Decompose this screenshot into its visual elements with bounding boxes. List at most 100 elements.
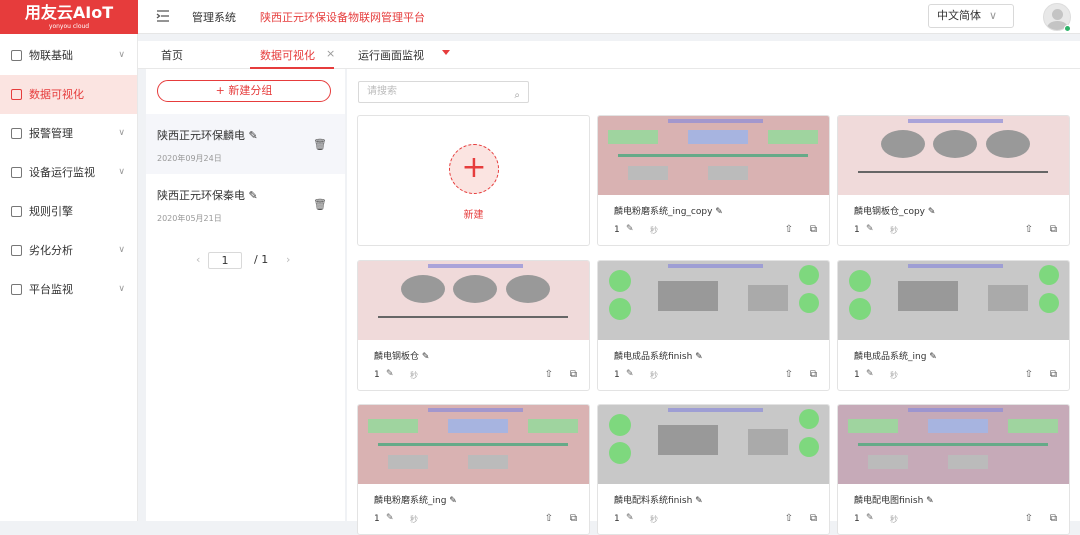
tab-more-icon[interactable] bbox=[442, 50, 450, 55]
platform-title: 陕西正元环保设备物联网管理平台 bbox=[260, 11, 425, 24]
edit-icon[interactable]: ✎ bbox=[626, 224, 634, 234]
dashboard-thumbnail bbox=[838, 405, 1069, 484]
edit-icon[interactable]: ✎ bbox=[386, 513, 394, 523]
chevron-down-icon: ∨ bbox=[118, 128, 125, 138]
dashboard-thumbnail bbox=[838, 261, 1069, 340]
copy-icon[interactable]: ⧉ bbox=[1050, 369, 1057, 380]
rules-icon bbox=[11, 206, 22, 217]
dashboard-card[interactable]: 麟电配料系统finish ✎ 1 ✎ 秒 ⇧ ⧉ bbox=[597, 404, 830, 535]
dashboard-card[interactable]: 麟电成品系统_ing ✎ 1 ✎ 秒 ⇧ ⧉ bbox=[837, 260, 1070, 391]
group-date: 2020年05月21日 bbox=[157, 214, 222, 223]
sidebar-item[interactable]: 物联基础 ∨ bbox=[0, 36, 137, 75]
dashboard-interval-unit: 秒 bbox=[410, 515, 418, 524]
dashboard-name: 麟电配料系统finish ✎ bbox=[614, 496, 703, 506]
group-item[interactable]: 陕西正元环保秦电 ✎ 2020年05月21日 🗑 bbox=[146, 174, 345, 234]
trash-icon[interactable]: 🗑 bbox=[313, 198, 327, 211]
copy-icon[interactable]: ⧉ bbox=[570, 369, 577, 380]
sidebar-item[interactable]: 平台监视 ∨ bbox=[0, 270, 137, 309]
dashboard-card[interactable]: 麟电粉磨系统_ing_copy ✎ 1 ✎ 秒 ⇧ ⧉ bbox=[597, 115, 830, 246]
dashboard-interval-unit: 秒 bbox=[650, 515, 658, 524]
page-input[interactable]: 1 bbox=[208, 252, 242, 269]
dashboard-thumbnail bbox=[358, 261, 589, 340]
online-status-dot bbox=[1064, 25, 1071, 32]
copy-icon[interactable]: ⧉ bbox=[810, 369, 817, 380]
copy-icon[interactable]: ⧉ bbox=[810, 224, 817, 235]
export-icon[interactable]: ⇧ bbox=[785, 369, 793, 380]
edit-icon[interactable]: ✎ bbox=[626, 369, 634, 379]
dashboard-thumbnail bbox=[598, 405, 829, 484]
cube-icon bbox=[11, 50, 22, 61]
chevron-down-icon: ∨ bbox=[118, 50, 125, 60]
sidebar-item[interactable]: 数据可视化 bbox=[0, 75, 137, 114]
new-dashboard-card[interactable]: + 新建 bbox=[357, 115, 590, 246]
sidebar-item-label: 劣化分析 bbox=[29, 244, 73, 257]
dashboard-card[interactable]: 麟电配电图finish ✎ 1 ✎ 秒 ⇧ ⧉ bbox=[837, 404, 1070, 535]
dashboard-count: 1 bbox=[614, 225, 620, 235]
tab-data-visualization[interactable]: 数据可视化 bbox=[260, 47, 315, 63]
sidebar-item[interactable]: 规则引擎 bbox=[0, 192, 137, 231]
dashboard-interval-unit: 秒 bbox=[410, 371, 418, 380]
dashboard-card[interactable]: 麟电钢板仓 ✎ 1 ✎ 秒 ⇧ ⧉ bbox=[357, 260, 590, 391]
export-icon[interactable]: ⇧ bbox=[1025, 369, 1033, 380]
logo: 用友云AIoT yonyou cloud bbox=[0, 0, 138, 34]
tab-home[interactable]: 首页 bbox=[161, 47, 183, 63]
logo-subtext: yonyou cloud bbox=[48, 23, 90, 30]
search-input[interactable]: 请搜索 ⌕ bbox=[358, 81, 529, 103]
export-icon[interactable]: ⇧ bbox=[1025, 224, 1033, 235]
group-item[interactable]: 陕西正元环保麟电 ✎ 2020年09月24日 🗑 bbox=[146, 114, 345, 174]
new-dashboard-label: 新建 bbox=[463, 210, 484, 221]
sidebar-item[interactable]: 报警管理 ∨ bbox=[0, 114, 137, 153]
dashboard-interval-unit: 秒 bbox=[890, 515, 898, 524]
dashboard-count: 1 bbox=[374, 514, 380, 524]
menu-toggle-icon[interactable] bbox=[156, 9, 170, 23]
group-name: 陕西正元环保秦电 ✎ bbox=[157, 189, 258, 202]
export-icon[interactable]: ⇧ bbox=[545, 369, 553, 380]
export-icon[interactable]: ⇧ bbox=[545, 513, 553, 524]
dashboard-card[interactable]: 麟电粉磨系统_ing ✎ 1 ✎ 秒 ⇧ ⧉ bbox=[357, 404, 590, 535]
dashboard-interval-unit: 秒 bbox=[650, 226, 658, 235]
copy-icon[interactable]: ⧉ bbox=[570, 513, 577, 524]
dashboard-thumbnail bbox=[838, 116, 1069, 195]
chevron-down-icon: ∨ bbox=[988, 9, 997, 22]
sidebar-item-label: 规则引擎 bbox=[29, 205, 73, 218]
edit-icon[interactable]: ✎ bbox=[866, 224, 874, 234]
copy-icon[interactable]: ⧉ bbox=[810, 513, 817, 524]
dashboard-interval-unit: 秒 bbox=[890, 226, 898, 235]
prev-page-icon[interactable]: ‹ bbox=[196, 253, 200, 266]
export-icon[interactable]: ⇧ bbox=[1025, 513, 1033, 524]
export-icon[interactable]: ⇧ bbox=[785, 224, 793, 235]
export-icon[interactable]: ⇧ bbox=[785, 513, 793, 524]
sidebar-item[interactable]: 劣化分析 ∨ bbox=[0, 231, 137, 270]
chevron-down-icon: ∨ bbox=[118, 167, 125, 177]
dashboard-grid: 请搜索 ⌕ + 新建 麟电粉磨系统_ing_copy ✎ 1 ✎ 秒 ⇧ ⧉ 麟电钢板仓_c… bbox=[347, 69, 1080, 535]
chevron-down-icon: ∨ bbox=[118, 245, 125, 255]
dashboard-count: 1 bbox=[614, 514, 620, 524]
new-group-button[interactable]: + 新建分组 bbox=[157, 80, 331, 102]
dashboard-name: 麟电钢板仓 ✎ bbox=[374, 352, 430, 362]
copy-icon[interactable]: ⧉ bbox=[1050, 513, 1057, 524]
top-bar: 管理系统 陕西正元环保设备物联网管理平台 中文简体 ∨ bbox=[138, 0, 1080, 34]
edit-icon[interactable]: ✎ bbox=[866, 369, 874, 379]
sidebar-item[interactable]: 设备运行监视 ∨ bbox=[0, 153, 137, 192]
edit-icon[interactable]: ✎ bbox=[866, 513, 874, 523]
next-page-icon[interactable]: › bbox=[286, 253, 290, 266]
group-panel: + 新建分组 陕西正元环保麟电 ✎ 2020年09月24日 🗑 陕西正元环保秦电… bbox=[146, 69, 345, 521]
close-icon[interactable]: × bbox=[326, 47, 335, 60]
copy-icon[interactable]: ⧉ bbox=[1050, 224, 1057, 235]
edit-icon[interactable]: ✎ bbox=[626, 513, 634, 523]
page-total: / 1 bbox=[254, 253, 269, 266]
sidebar-item-label: 平台监视 bbox=[29, 283, 73, 296]
dashboard-card[interactable]: 麟电成品系统finish ✎ 1 ✎ 秒 ⇧ ⧉ bbox=[597, 260, 830, 391]
screen-icon bbox=[11, 89, 22, 100]
sidebar: 物联基础 ∨ 数据可视化 报警管理 ∨ 设备运行监视 ∨ 规则引擎 劣化分析 ∨ 平台监视 ∨ bbox=[0, 34, 138, 521]
language-value: 中文简体 bbox=[937, 9, 981, 22]
dashboard-count: 1 bbox=[374, 370, 380, 380]
dashboard-interval-unit: 秒 bbox=[650, 371, 658, 380]
dashboard-card[interactable]: 麟电钢板仓_copy ✎ 1 ✎ 秒 ⇧ ⧉ bbox=[837, 115, 1070, 246]
edit-icon[interactable]: ✎ bbox=[386, 369, 394, 379]
dashboard-name: 麟电配电图finish ✎ bbox=[854, 496, 934, 506]
plus-icon: + bbox=[449, 144, 499, 194]
language-select[interactable]: 中文简体 ∨ bbox=[928, 4, 1014, 28]
trash-icon[interactable]: 🗑 bbox=[313, 138, 327, 151]
tab-runtime-monitor[interactable]: 运行画面监视 bbox=[358, 47, 424, 63]
